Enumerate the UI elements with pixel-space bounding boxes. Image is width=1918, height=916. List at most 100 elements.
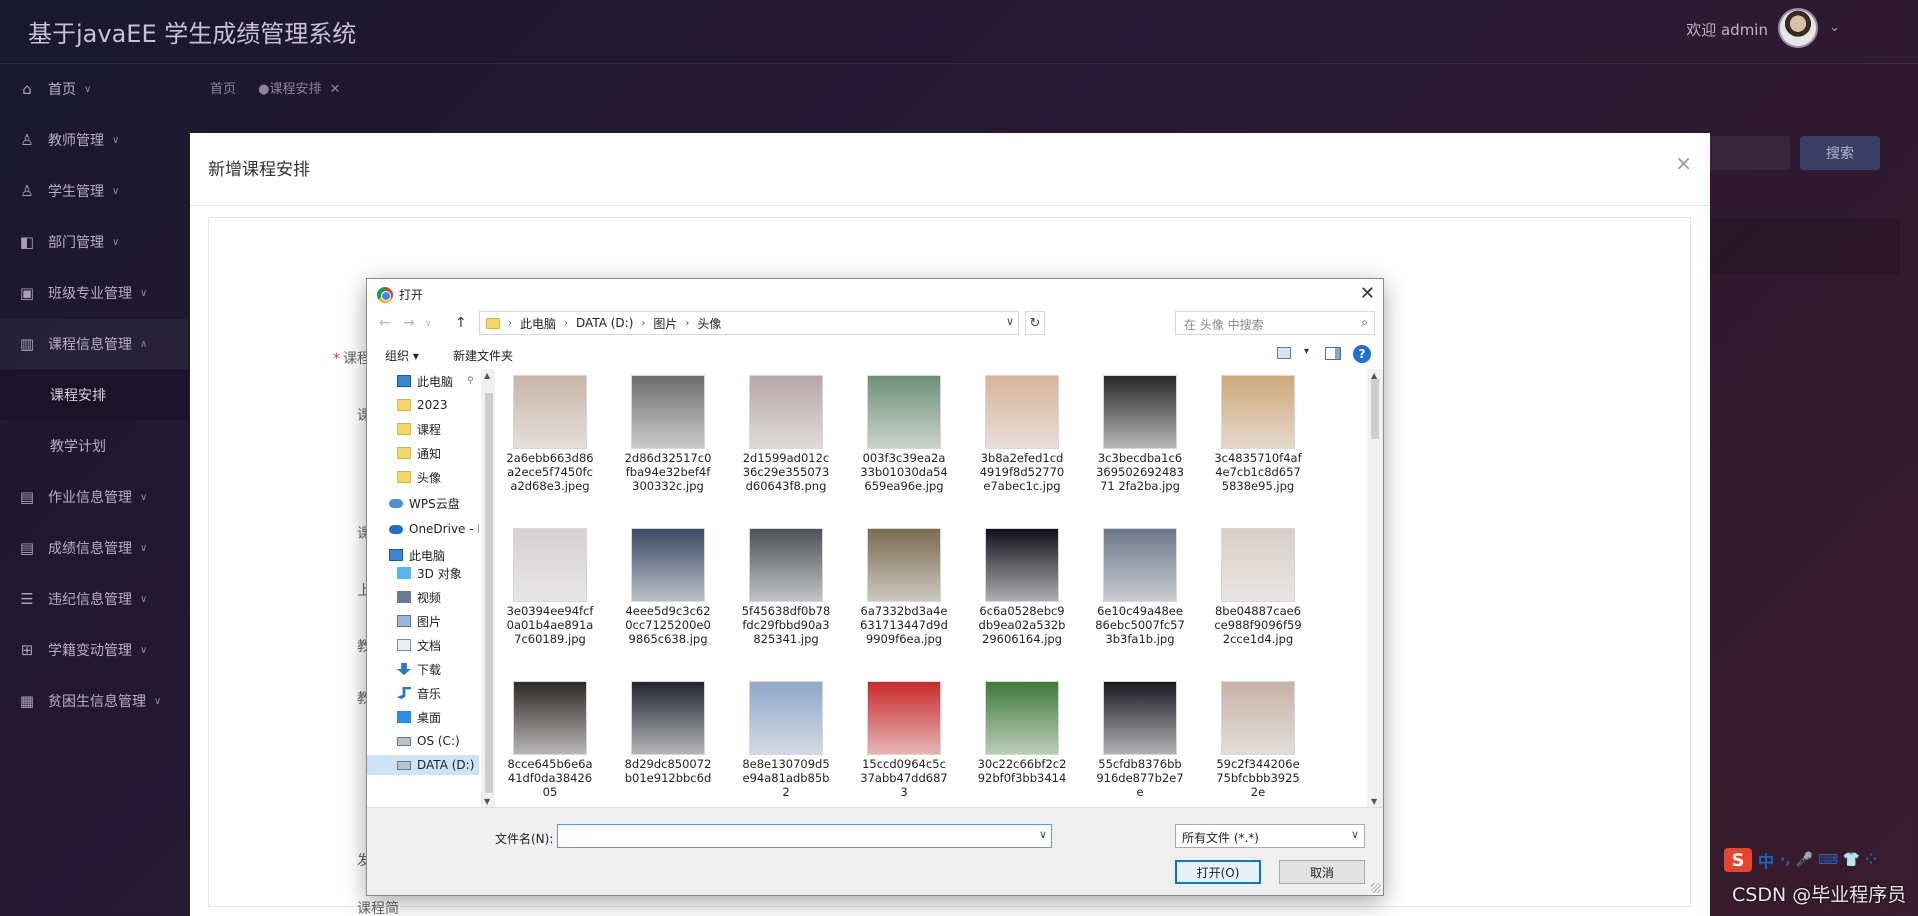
- nav-item[interactable]: 桌面: [367, 707, 479, 727]
- chevron-down-icon[interactable]: ⌄: [1829, 20, 1840, 35]
- open-button[interactable]: 打开(O): [1175, 860, 1261, 884]
- scroll-down-arrow-icon[interactable]: ▼: [484, 797, 490, 806]
- file-name: 8e8e130709d5e94a81adb85b2: [742, 757, 830, 799]
- nav-item-label: 3D 对象: [417, 566, 462, 581]
- resize-grip[interactable]: [1371, 883, 1381, 893]
- up-arrow-icon[interactable]: ↑: [455, 315, 467, 331]
- close-icon[interactable]: ×: [1675, 151, 1692, 175]
- filetype-select[interactable]: 所有文件 (*.*) ∨: [1175, 824, 1365, 848]
- ime-tools[interactable]: ·, 🎤 ⌨ 👕 ⁘: [1780, 852, 1877, 868]
- nav-item[interactable]: OS (C:): [367, 731, 479, 751]
- file-thumbnail: [513, 528, 587, 602]
- nav-item[interactable]: DATA (D:): [367, 755, 479, 775]
- scroll-down-arrow-icon[interactable]: ▼: [1371, 797, 1377, 806]
- nav-item[interactable]: 此电脑: [367, 545, 479, 565]
- file-item[interactable]: 6c6a0528ebc9db9ea02a532b29606164.jpg: [977, 528, 1067, 646]
- file-item[interactable]: 15ccd0964c5c37abb47dd6873: [859, 681, 949, 799]
- file-item[interactable]: 8be04887cae6ce988f9096f592cce1d4.jpg: [1213, 528, 1303, 646]
- sidebar-item-poor-students[interactable]: ▦ 贫困生信息管理 ∨: [0, 676, 188, 726]
- sidebar-item-status-change[interactable]: ⊞ 学籍变动管理 ∨: [0, 625, 188, 675]
- file-item[interactable]: 5f45638df0b78fdc29fbbd90a3825341.jpg: [741, 528, 831, 646]
- filename-input[interactable]: ∨: [557, 824, 1052, 848]
- ime-language-toggle[interactable]: 中: [1758, 848, 1774, 872]
- file-item[interactable]: 2a6ebb663d86a2ece5f7450fca2d68e3.jpeg: [505, 375, 595, 493]
- nav-item[interactable]: 头像: [367, 467, 479, 487]
- chevron-down-icon[interactable]: ▾: [1304, 346, 1309, 357]
- organize-button[interactable]: 组织 ▾: [385, 347, 419, 364]
- nav-item[interactable]: 文档: [367, 635, 479, 655]
- file-item[interactable]: 4eee5d9c3c620cc7125200e09865c638.jpg: [623, 528, 713, 646]
- nav-item[interactable]: WPS云盘: [367, 493, 479, 513]
- help-icon[interactable]: ?: [1353, 345, 1371, 363]
- nav-item[interactable]: 通知: [367, 443, 479, 463]
- file-item[interactable]: 8e8e130709d5e94a81adb85b2: [741, 681, 831, 799]
- tab-course-schedule[interactable]: ●课程安排: [258, 82, 321, 97]
- refresh-icon[interactable]: ↻: [1025, 311, 1045, 335]
- sidebar-item-classes[interactable]: ▣ 班级专业管理 ∨: [0, 268, 188, 318]
- nav-item[interactable]: 下载: [367, 659, 479, 679]
- file-item[interactable]: 6a7332bd3a4e631713447d9d9909f6ea.jpg: [859, 528, 949, 646]
- sidebar-item-courses[interactable]: ▥ 课程信息管理 ∧: [0, 319, 188, 369]
- address-bar[interactable]: › 此电脑 › DATA (D:) › 图片 › 头像 ∨: [479, 311, 1019, 335]
- breadcrumb-item[interactable]: DATA (D:): [576, 316, 633, 330]
- cancel-button[interactable]: 取消: [1279, 860, 1365, 884]
- folder-search-input[interactable]: 在 头像 中搜索 ⌕: [1175, 311, 1375, 335]
- home-icon: ⌂: [22, 80, 32, 98]
- search-button[interactable]: 搜索: [1800, 136, 1880, 170]
- view-icon[interactable]: [1277, 347, 1291, 359]
- nav-item[interactable]: 课程: [367, 419, 479, 439]
- scrollbar-thumb[interactable]: [1371, 379, 1379, 439]
- sidebar-item-homework[interactable]: ▤ 作业信息管理 ∨: [0, 472, 188, 522]
- sidebar-item-departments[interactable]: ◧ 部门管理 ∨: [0, 217, 188, 267]
- chevron-down-icon[interactable]: ∨: [425, 319, 432, 329]
- file-item[interactable]: 3e0394ee94fcf0a01b4ae891a7c60189.jpg: [505, 528, 595, 646]
- sogou-logo-icon[interactable]: S: [1724, 848, 1752, 872]
- sidebar-subitem-course-schedule[interactable]: 课程安排: [0, 370, 188, 420]
- nav-item[interactable]: OneDrive - Personal: [367, 519, 479, 539]
- file-name: 6c6a0528ebc9db9ea02a532b29606164.jpg: [978, 604, 1066, 646]
- file-item[interactable]: 3b8a2efed1cd4919f8d52770e7abec1c.jpg: [977, 375, 1067, 493]
- scroll-up-arrow-icon[interactable]: ▲: [484, 371, 490, 380]
- nav-item[interactable]: 2023: [367, 395, 479, 415]
- close-icon[interactable]: ✕: [1360, 283, 1375, 304]
- file-item[interactable]: 6e10c49a48ee86ebc5007fc573b3fa1b.jpg: [1095, 528, 1185, 646]
- breadcrumb-item[interactable]: 此电脑: [520, 315, 556, 332]
- nav-item[interactable]: 图片: [367, 611, 479, 631]
- preview-pane-icon[interactable]: [1325, 347, 1341, 360]
- back-arrow-icon[interactable]: ←: [379, 315, 391, 331]
- file-item[interactable]: 3c4835710f4af4e7cb1c8d6575838e95.jpg: [1213, 375, 1303, 493]
- file-item[interactable]: 3c3becdba1c636950269248371 2fa2ba.jpg: [1095, 375, 1185, 493]
- music-icon: [397, 687, 411, 699]
- avatar[interactable]: [1778, 8, 1818, 48]
- sidebar-item-grades[interactable]: ▤ 成绩信息管理 ∨: [0, 523, 188, 573]
- nav-item[interactable]: 3D 对象: [367, 563, 479, 583]
- tab-home[interactable]: 首页: [210, 82, 236, 97]
- file-item[interactable]: 2d1599ad012c36c29e355073d60643f8.png: [741, 375, 831, 493]
- sidebar-item-home[interactable]: ⌂ 首页 ∨: [0, 64, 188, 114]
- chevron-down-icon[interactable]: ∨: [1039, 828, 1047, 841]
- sidebar-item-discipline[interactable]: ☰ 违纪信息管理 ∨: [0, 574, 188, 624]
- file-item[interactable]: 55cfdb8376bb916de877b2e7e: [1095, 681, 1185, 799]
- new-folder-button[interactable]: 新建文件夹: [453, 347, 513, 364]
- sidebar-item-students[interactable]: ♙ 学生管理 ∨: [0, 166, 188, 216]
- close-icon[interactable]: ✕: [330, 82, 341, 97]
- scrollbar-thumb[interactable]: [485, 393, 493, 793]
- chevron-down-icon[interactable]: ∨: [1006, 315, 1014, 328]
- nav-item[interactable]: 音乐: [367, 683, 479, 703]
- nav-item[interactable]: 视频: [367, 587, 479, 607]
- file-name: 4eee5d9c3c620cc7125200e09865c638.jpg: [625, 604, 711, 646]
- file-item[interactable]: 30c22c66bf2c292bf0f3bb3414: [977, 681, 1067, 785]
- file-item[interactable]: 8d29dc850072b01e912bbc6d: [623, 681, 713, 785]
- breadcrumb-item[interactable]: 头像: [697, 315, 721, 332]
- sidebar-subitem-teaching-plan[interactable]: 教学计划: [0, 421, 188, 471]
- nav-item[interactable]: 此电脑 ⚲: [367, 371, 479, 391]
- file-item[interactable]: 003f3c39ea2a33b01030da54659ea96e.jpg: [859, 375, 949, 493]
- file-name: 15ccd0964c5c37abb47dd6873: [860, 757, 948, 799]
- scroll-up-arrow-icon[interactable]: ▲: [1371, 371, 1377, 380]
- forward-arrow-icon[interactable]: →: [403, 315, 415, 331]
- file-item[interactable]: 2d86d32517c0fba94e32bef4f300332c.jpg: [623, 375, 713, 493]
- file-item[interactable]: 59c2f344206e75bfcbbb39252e: [1213, 681, 1303, 799]
- breadcrumb-item[interactable]: 图片: [653, 315, 677, 332]
- file-item[interactable]: 8cce645b6e6a41df0da3842605: [505, 681, 595, 799]
- sidebar-item-teachers[interactable]: ♙ 教师管理 ∨: [0, 115, 188, 165]
